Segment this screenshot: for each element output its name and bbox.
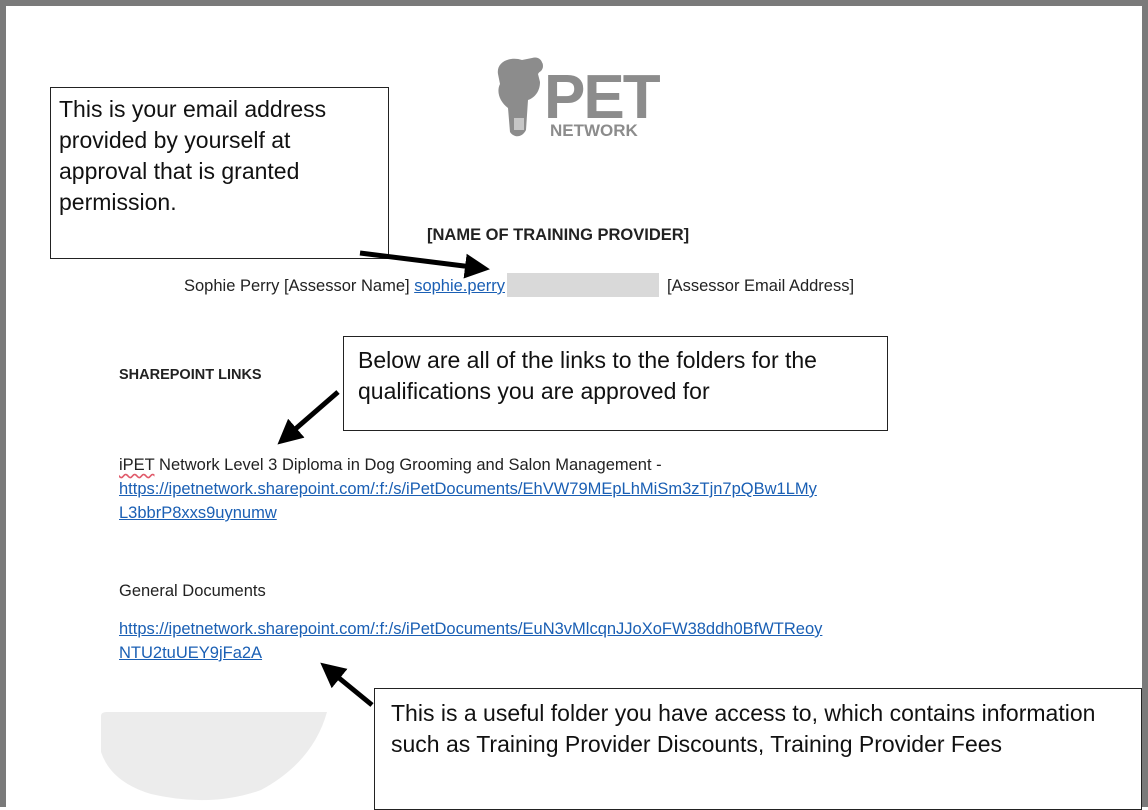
- assessor-line: Sophie Perry [Assessor Name] sophie.perr…: [184, 273, 854, 297]
- qualification-link-line2[interactable]: L3bbrP8xxs9uynumw: [119, 504, 277, 522]
- qualification-link-line1[interactable]: https://ipetnetwork.sharepoint.com/:f:/s…: [119, 480, 817, 498]
- general-documents-heading: General Documents: [119, 582, 266, 600]
- arrow-to-general-link: [320, 662, 374, 707]
- ipet-network-logo: PET NETWORK: [492, 52, 674, 144]
- assessor-name: Sophie Perry [Assessor Name]: [184, 277, 410, 295]
- callout-email-note: This is your email address provided by y…: [50, 87, 389, 259]
- callout-email-text: This is your email address provided by y…: [59, 96, 327, 215]
- general-link-line1[interactable]: https://ipetnetwork.sharepoint.com/:f:/s…: [119, 620, 822, 638]
- assessor-email-link[interactable]: sophie.perry: [414, 277, 505, 295]
- sharepoint-links-heading: SHAREPOINT LINKS: [119, 367, 262, 383]
- page-frame-right: [1142, 0, 1148, 807]
- general-documents-entry: https://ipetnetwork.sharepoint.com/:f:/s…: [119, 617, 1039, 665]
- page-frame-left: [0, 0, 6, 807]
- qualification-title: Network Level 3 Diploma in Dog Grooming …: [154, 456, 662, 474]
- arrow-to-links: [277, 390, 340, 445]
- callout-folder-text: This is a useful folder you have access …: [391, 700, 1096, 757]
- assessor-email-label: [Assessor Email Address]: [667, 277, 855, 295]
- qualification-entry: iPET Network Level 3 Diploma in Dog Groo…: [119, 453, 1019, 525]
- page-frame-top: [0, 0, 1148, 6]
- callout-links-note: Below are all of the links to the folder…: [343, 336, 888, 431]
- callout-folder-note: This is a useful folder you have access …: [374, 688, 1142, 810]
- provider-heading: [NAME OF TRAINING PROVIDER]: [427, 226, 690, 244]
- qualification-prefix: iPET: [119, 456, 155, 474]
- email-redaction: [507, 273, 659, 297]
- logo-text-network: NETWORK: [550, 121, 639, 140]
- callout-links-text: Below are all of the links to the folder…: [358, 347, 817, 404]
- gray-shape: [101, 712, 327, 801]
- general-link-line2[interactable]: NTU2tuUEY9jFa2A: [119, 644, 262, 662]
